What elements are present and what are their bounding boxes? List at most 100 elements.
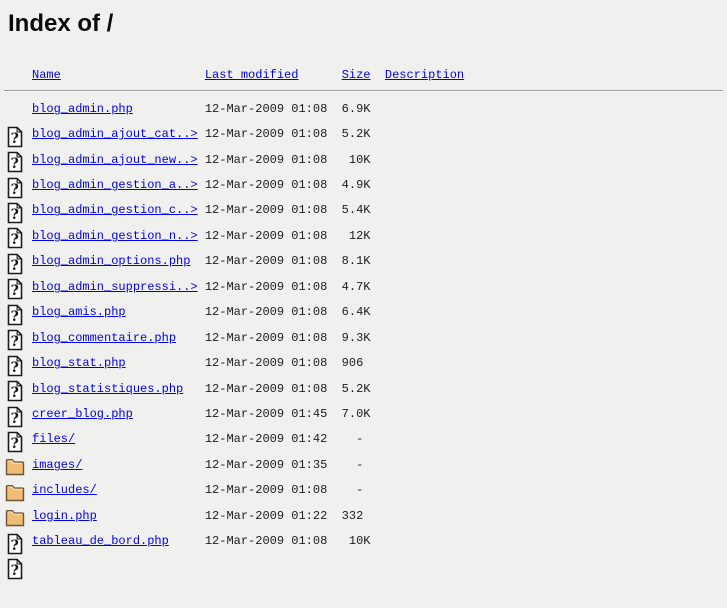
table-row: ? login.php 12-Mar-2009 01:22 332 — [5, 503, 727, 555]
file-link[interactable]: includes/ — [32, 483, 97, 497]
sort-by-modified-link[interactable]: Last modified — [205, 68, 299, 82]
file-link[interactable]: blog_admin_suppressi..> — [32, 280, 198, 294]
file-link[interactable]: creer_blog.php — [32, 407, 133, 421]
file-link[interactable]: blog_admin_gestion_n..> — [32, 229, 198, 243]
file-link[interactable]: blog_admin_gestion_c..> — [32, 203, 198, 217]
file-date: 12-Mar-2009 01:08 — [204, 381, 342, 396]
file-date: 12-Mar-2009 01:08 — [204, 305, 342, 320]
file-rows: ? blog_admin.php 12-Mar-2009 01:08 6.9K … — [5, 96, 727, 580]
table-row: ? blog_admin_gestion_c..> 12-Mar-2009 01… — [5, 198, 727, 249]
file-date: 12-Mar-2009 01:08 — [204, 178, 342, 193]
file-link[interactable]: blog_admin_gestion_a..> — [32, 178, 198, 192]
table-row: ? blog_statistiques.php 12-Mar-2009 01:0… — [5, 376, 727, 427]
file-date: 12-Mar-2009 01:08 — [204, 330, 342, 345]
table-row: ? blog_stat.php 12-Mar-2009 01:08 906 — [5, 350, 727, 402]
table-row: ? images/ 12-Mar-2009 01:35 - — [5, 452, 727, 502]
unknown-file-icon: ? — [5, 149, 25, 198]
sort-by-size-link[interactable]: Size — [342, 68, 371, 82]
file-size: - — [341, 432, 385, 447]
header-pad-modified — [298, 68, 341, 82]
name-pad — [126, 356, 205, 370]
name-pad — [198, 229, 205, 243]
unknown-file-icon: ? — [5, 403, 25, 453]
name-pad — [75, 432, 205, 446]
folder-icon — [5, 479, 25, 527]
file-link[interactable]: blog_amis.php — [32, 305, 126, 319]
unknown-file-icon: ? — [5, 530, 25, 580]
file-link[interactable]: blog_admin_options.php — [32, 254, 190, 268]
sort-by-description-link[interactable]: Description — [385, 68, 464, 82]
name-pad — [176, 331, 205, 345]
unknown-file-icon: ? — [5, 352, 25, 402]
file-size: 7.0K — [341, 406, 385, 421]
file-link[interactable]: images/ — [32, 458, 82, 472]
table-row: ? blog_admin.php 12-Mar-2009 01:08 6.9K — [5, 96, 727, 148]
table-row: ? files/ 12-Mar-2009 01:42 - — [5, 427, 727, 476]
file-size: 332 — [341, 508, 385, 523]
unknown-file-icon: ? — [5, 250, 25, 300]
file-date: 12-Mar-2009 01:08 — [204, 254, 342, 269]
table-row: ? blog_admin_ajout_cat..> 12-Mar-2009 01… — [5, 121, 727, 173]
svg-text:?: ? — [11, 563, 19, 579]
file-size: 4.9K — [341, 178, 385, 193]
file-size: 4.7K — [341, 279, 385, 294]
file-size: 6.9K — [341, 101, 385, 116]
unknown-file-icon: ? — [5, 199, 25, 249]
name-pad — [198, 178, 205, 192]
header-divider — [4, 90, 723, 92]
unknown-file-icon: ? — [5, 327, 25, 376]
file-date: 12-Mar-2009 01:08 — [204, 127, 342, 142]
file-size: 10K — [341, 534, 385, 549]
file-link[interactable]: blog_stat.php — [32, 356, 126, 370]
table-row: ? blog_commentaire.php 12-Mar-2009 01:08… — [5, 325, 727, 376]
file-size: 5.2K — [341, 127, 385, 142]
file-date: 12-Mar-2009 01:08 — [204, 228, 342, 243]
file-date: 12-Mar-2009 01:35 — [204, 457, 342, 472]
name-pad — [97, 483, 205, 497]
table-row: ? blog_amis.php 12-Mar-2009 01:08 6.4K — [5, 300, 727, 351]
unknown-file-icon: ? — [5, 276, 25, 326]
table-row: ? tableau_de_bord.php 12-Mar-2009 01:08 … — [5, 528, 727, 580]
file-date: 12-Mar-2009 01:42 — [204, 432, 342, 447]
file-date: 12-Mar-2009 01:08 — [204, 101, 342, 116]
sort-by-name-link[interactable]: Name — [32, 68, 61, 82]
file-size: 10K — [341, 152, 385, 167]
unknown-file-icon: ? — [5, 301, 25, 351]
file-date: 12-Mar-2009 01:08 — [204, 152, 342, 167]
blank-icon — [5, 81, 25, 82]
file-link[interactable]: files/ — [32, 432, 75, 446]
header-pad-name — [61, 68, 205, 82]
file-date: 12-Mar-2009 01:08 — [204, 483, 342, 498]
unknown-file-icon: ? — [5, 505, 25, 555]
name-pad — [126, 305, 205, 319]
file-date: 12-Mar-2009 01:08 — [204, 356, 342, 371]
file-link[interactable]: login.php — [32, 509, 97, 523]
file-size: 12K — [341, 228, 385, 243]
file-size: 6.4K — [341, 305, 385, 320]
name-pad — [198, 153, 205, 167]
listing-header: Name Last modified Size Description — [5, 62, 727, 82]
file-size: 5.2K — [341, 381, 385, 396]
file-size: - — [341, 483, 385, 498]
file-link[interactable]: blog_commentaire.php — [32, 331, 176, 345]
unknown-file-icon: ? — [5, 378, 25, 427]
file-size: 906 — [341, 356, 385, 371]
name-pad — [198, 280, 205, 294]
folder-icon — [5, 428, 25, 476]
file-link[interactable]: blog_admin_ajout_cat..> — [32, 127, 198, 141]
unknown-file-icon: ? — [5, 123, 25, 173]
file-date: 12-Mar-2009 01:22 — [204, 508, 342, 523]
folder-icon — [5, 454, 25, 502]
header-pad-size — [371, 68, 385, 82]
file-link[interactable]: tableau_de_bord.php — [32, 534, 169, 548]
table-row: ? blog_admin_gestion_a..> 12-Mar-2009 01… — [5, 172, 727, 224]
file-date: 12-Mar-2009 01:08 — [204, 534, 342, 549]
table-row: ? blog_admin_options.php 12-Mar-2009 01:… — [5, 249, 727, 300]
file-link[interactable]: blog_admin.php — [32, 102, 133, 116]
file-link[interactable]: blog_statistiques.php — [32, 382, 183, 396]
name-pad — [198, 127, 205, 141]
file-size: - — [341, 457, 385, 472]
file-link[interactable]: blog_admin_ajout_new..> — [32, 153, 198, 167]
table-row: ? creer_blog.php 12-Mar-2009 01:45 7.0K — [5, 401, 727, 453]
name-pad — [198, 203, 205, 217]
